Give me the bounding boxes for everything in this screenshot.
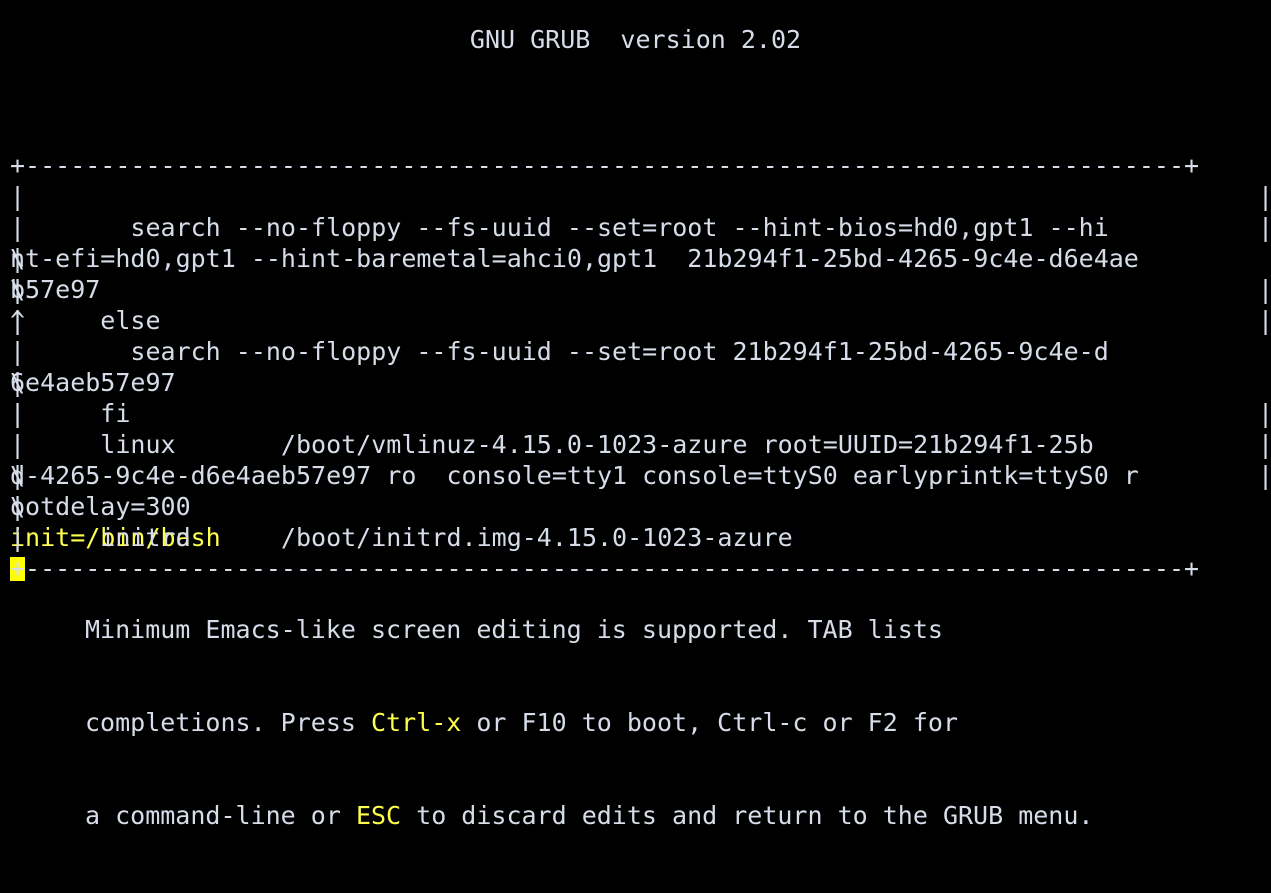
grub-screen: GNU GRUB version 2.02 +-----------------… <box>0 0 1271 830</box>
edit-line-active[interactable]: | ootdelay=300 init=/bin/bash | <box>10 398 1271 581</box>
edit-line-border-right: | <box>1258 430 1271 459</box>
edit-line[interactable]: | nt-efi=hd0,gpt1 --hint-baremetal=ahci0,… <box>10 150 1261 335</box>
edit-line[interactable]: | search --no-floppy --fs-uuid --set=roo… <box>10 243 1261 428</box>
help-key-ctrl-x: Ctrl-x <box>370 708 462 737</box>
edit-line-border-right: | <box>1258 182 1271 211</box>
help-line-1: Minimum Emacs-like screen editing is sup… <box>85 615 943 644</box>
edit-line-border-right: | <box>1258 213 1271 242</box>
edit-line[interactable]: | | <box>10 460 1271 552</box>
frame-border-bottom: +---------------------------------------… <box>10 491 1261 583</box>
help-line-2-suffix: or F10 to boot, Ctrl-c or F2 for <box>461 708 958 737</box>
edit-line[interactable]: | fi | <box>10 305 1271 428</box>
edit-line[interactable]: | linux /boot/vmlinuz-4.15.0-1023-azure … <box>10 336 1261 521</box>
edit-line[interactable]: | else | <box>10 212 1271 335</box>
edit-line[interactable]: | 6e4aeb57e97 | <box>10 274 1271 397</box>
edit-line-border-right: | <box>1258 399 1271 428</box>
help-line-3-suffix: to discard edits and return to the GRUB … <box>401 801 1094 830</box>
edit-line-border-right: | <box>1258 275 1271 304</box>
edit-line[interactable]: | d-4265-9c4e-d6e4aeb57e97 ro console=tty… <box>10 367 1261 552</box>
edit-line-border-right: | <box>1258 461 1271 490</box>
help-text: Minimum Emacs-like screen editing is sup… <box>85 552 1093 893</box>
help-line-2-prefix: completions. Press <box>85 708 371 737</box>
edit-line[interactable]: | b57e97 | <box>10 181 1271 304</box>
frame-border-top: +---------------------------------------… <box>10 88 1261 180</box>
edit-line[interactable]: | search --no-floppy --fs-uuid --set=roo… <box>10 119 1261 335</box>
help-line-2: completions. Press Ctrl-x or F10 to boot… <box>85 707 1093 738</box>
grub-edit-frame: +---------------------------------------… <box>10 88 1271 583</box>
help-line-3: a command-line or ESC to discard edits a… <box>85 800 1093 831</box>
help-key-esc: ESC <box>355 801 402 830</box>
page-title: GNU GRUB version 2.02 <box>469 25 802 54</box>
help-line-3-prefix: a command-line or <box>85 801 356 830</box>
edit-line[interactable]: | initrd /boot/initrd.img-4.15.0-1023-az… <box>10 429 1271 552</box>
edit-line-border-right: | <box>1258 306 1271 335</box>
